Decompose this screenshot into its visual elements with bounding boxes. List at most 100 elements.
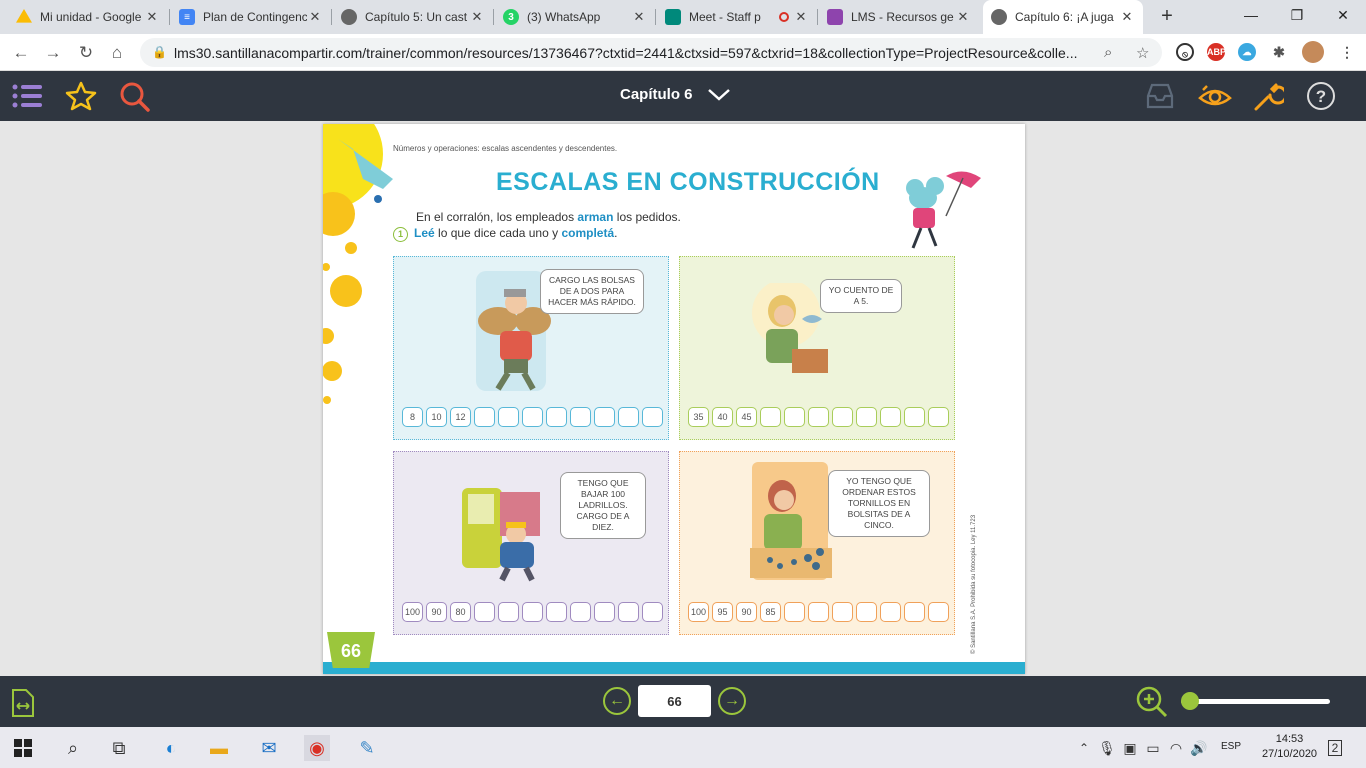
drive-icon (16, 9, 32, 23)
restore-button[interactable]: ❐ (1274, 0, 1320, 30)
number-box[interactable] (642, 407, 663, 427)
chrome-icon[interactable]: ◉ (304, 735, 330, 761)
number-box[interactable] (904, 602, 925, 622)
notifications-icon[interactable]: 2 (1322, 735, 1348, 761)
number-box[interactable] (760, 407, 781, 427)
extensions-puzzle-icon[interactable]: ✱ (1270, 43, 1288, 61)
number-box[interactable] (474, 602, 495, 622)
close-tab-icon[interactable]: ✕ (144, 9, 160, 25)
number-box[interactable] (498, 602, 519, 622)
tab-plan-contingencia[interactable]: ≡ Plan de Contingencia ✕ (171, 0, 331, 34)
number-box: 85 (760, 602, 781, 622)
list-menu-icon[interactable] (12, 84, 42, 108)
profile-avatar[interactable] (1302, 41, 1324, 63)
wrench-icon[interactable] (1252, 81, 1284, 113)
number-box: 45 (736, 407, 757, 427)
number-box[interactable] (832, 602, 853, 622)
number-box: 90 (736, 602, 757, 622)
intro-text: En el corralón, los empleados arman los … (416, 210, 681, 224)
clock[interactable]: 14:53 27/10/2020 (1262, 732, 1317, 762)
number-box[interactable] (546, 407, 567, 427)
zoom-in-icon[interactable] (1135, 685, 1169, 719)
back-button[interactable]: ← (8, 40, 34, 66)
new-tab-button[interactable]: + (1155, 4, 1179, 28)
number-box[interactable] (808, 407, 829, 427)
volume-icon[interactable]: 🔊 (1186, 735, 1212, 761)
previous-page-button[interactable]: ← (603, 687, 631, 715)
zoom-icon[interactable]: ⌕ (1104, 44, 1112, 61)
number-box[interactable] (880, 602, 901, 622)
number-box[interactable] (856, 602, 877, 622)
number-box: 100 (688, 602, 709, 622)
menu-dots-icon[interactable]: ⋮ (1338, 43, 1356, 61)
number-box[interactable] (522, 602, 543, 622)
number-box[interactable] (594, 602, 615, 622)
cloud-extension-icon[interactable]: ☁ (1238, 43, 1256, 61)
book-page: Números y operaciones: escalas ascendent… (323, 124, 1025, 674)
forward-button[interactable]: → (40, 40, 66, 66)
tab-mi-unidad[interactable]: Mi unidad - Google ✕ (8, 0, 168, 34)
bookmark-star-icon[interactable]: ☆ (1136, 44, 1149, 62)
number-box[interactable] (498, 407, 519, 427)
number-box[interactable] (546, 602, 567, 622)
reload-button[interactable]: ↻ (73, 40, 99, 66)
lock-icon: 🔒 (152, 45, 167, 59)
chapter-selector[interactable]: Capítulo 6 (620, 86, 731, 103)
minimize-button[interactable]: — (1228, 0, 1274, 30)
number-box[interactable] (832, 407, 853, 427)
paint-icon[interactable]: ✎ (354, 735, 380, 761)
edge-icon[interactable]: ◐ (158, 735, 184, 761)
number-box[interactable] (856, 407, 877, 427)
close-tab-icon[interactable]: ✕ (955, 9, 971, 25)
number-box[interactable] (880, 407, 901, 427)
number-box[interactable] (594, 407, 615, 427)
close-tab-icon[interactable]: ✕ (793, 9, 809, 25)
search-icon[interactable]: ⌕ (60, 735, 86, 761)
number-box[interactable] (474, 407, 495, 427)
home-button[interactable]: ⌂ (104, 40, 130, 66)
inbox-icon[interactable] (1145, 82, 1175, 110)
number-box[interactable] (784, 602, 805, 622)
task-view-icon[interactable]: ⧉ (106, 735, 132, 761)
page-number-input[interactable] (638, 685, 711, 717)
whatsapp-icon: 3 (503, 9, 519, 25)
block-extension-icon[interactable]: ⦸ (1176, 43, 1194, 61)
star-icon[interactable] (65, 81, 97, 111)
eye-icon[interactable] (1197, 82, 1233, 110)
number-box[interactable] (570, 602, 591, 622)
file-explorer-icon[interactable]: ▬ (206, 735, 232, 761)
zoom-slider-track[interactable] (1181, 699, 1330, 704)
svg-text:?: ? (1316, 87, 1326, 106)
close-tab-icon[interactable]: ✕ (1119, 9, 1135, 25)
number-box[interactable] (784, 407, 805, 427)
number-box[interactable] (618, 602, 639, 622)
close-tab-icon[interactable]: ✕ (307, 9, 323, 25)
number-box[interactable] (928, 407, 949, 427)
address-bar[interactable]: 🔒 lms30.santillanacompartir.com/trainer/… (140, 38, 1162, 67)
search-icon[interactable] (119, 81, 151, 113)
number-box[interactable] (928, 602, 949, 622)
tab-capitulo-6[interactable]: Capítulo 6: ¡A juga ✕ (983, 0, 1143, 34)
close-tab-icon[interactable]: ✕ (469, 9, 485, 25)
number-box[interactable] (522, 407, 543, 427)
mail-icon[interactable]: ✉ (256, 735, 282, 761)
close-tab-icon[interactable]: ✕ (631, 9, 647, 25)
tab-capitulo-5[interactable]: Capítulo 5: Un cast ✕ (333, 0, 493, 34)
number-box[interactable] (904, 407, 925, 427)
windows-start-icon[interactable] (14, 739, 32, 757)
language-indicator[interactable]: ESP (1221, 741, 1241, 752)
help-icon[interactable]: ? (1306, 81, 1336, 111)
fit-page-icon[interactable] (10, 688, 36, 718)
tab-meet[interactable]: Meet - Staff p ✕ (657, 0, 817, 34)
tab-lms-recursos[interactable]: LMS - Recursos ge ✕ (819, 0, 979, 34)
adblock-icon[interactable]: ABP (1207, 43, 1226, 61)
number-box[interactable] (618, 407, 639, 427)
zoom-slider-handle[interactable] (1181, 692, 1199, 710)
app-header: Capítulo 6 ? (0, 71, 1366, 121)
tab-whatsapp[interactable]: 3 (3) WhatsApp ✕ (495, 0, 655, 34)
close-window-button[interactable]: ✕ (1320, 0, 1366, 30)
number-box[interactable] (570, 407, 591, 427)
number-box[interactable] (642, 602, 663, 622)
next-page-button[interactable]: → (718, 687, 746, 715)
number-box[interactable] (808, 602, 829, 622)
